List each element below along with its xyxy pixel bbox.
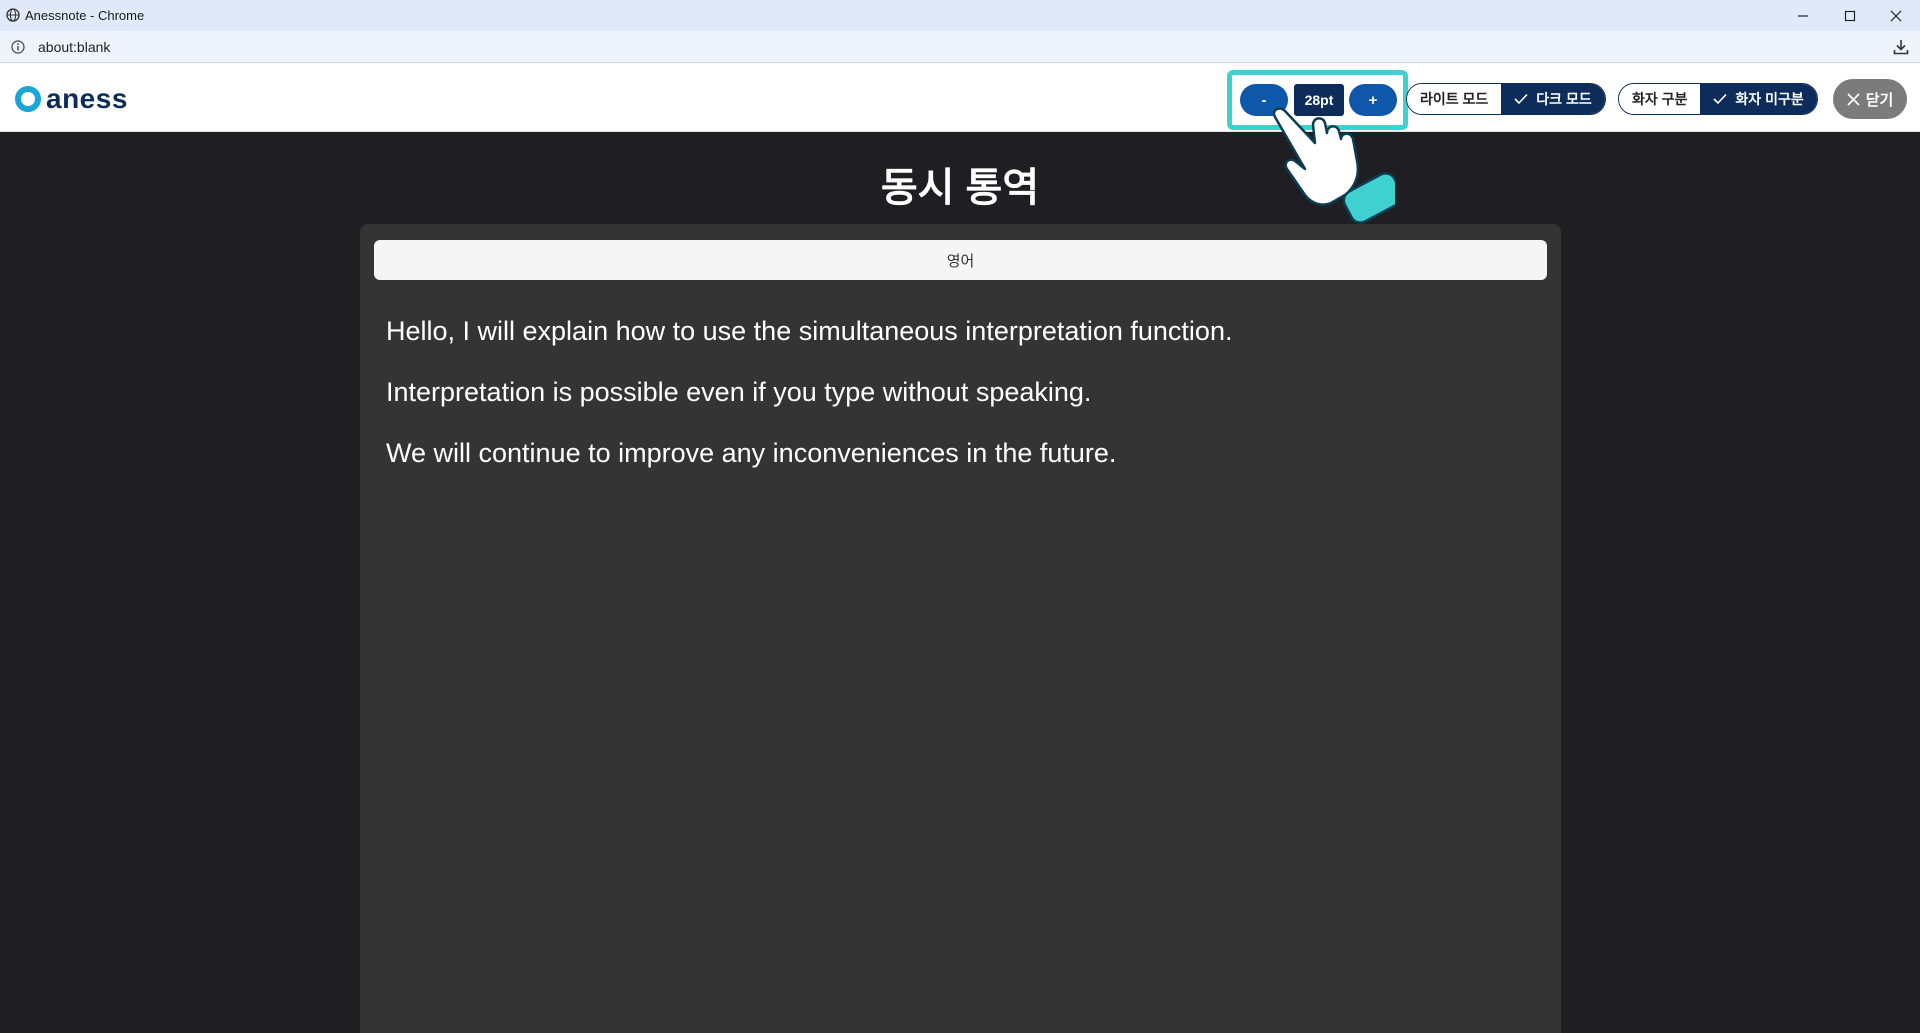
url-text[interactable]: about:blank — [38, 39, 110, 55]
interpretation-panel: 영어 Hello, I will explain how to use the … — [360, 224, 1561, 1033]
minimize-button[interactable] — [1780, 0, 1826, 31]
close-icon — [1847, 92, 1860, 106]
close-label: 닫기 — [1865, 91, 1894, 109]
minimize-icon — [1798, 14, 1808, 17]
light-mode-label: 라이트 모드 — [1420, 91, 1489, 107]
dark-mode-button[interactable]: 다크 모드 — [1501, 84, 1605, 114]
app-header: aness - 28pt + 라이트 모드 다크 모드 화자 구분 화자 미구분… — [0, 63, 1920, 132]
window-title: Anessnote - Chrome — [25, 8, 145, 23]
check-icon — [1713, 93, 1728, 105]
window-close-button[interactable] — [1873, 0, 1919, 31]
theme-toggle: 라이트 모드 다크 모드 — [1406, 83, 1606, 115]
maximize-icon — [1844, 10, 1856, 21]
page-title: 동시 통역 — [880, 166, 1040, 210]
transcript-lines: Hello, I will explain how to use the sim… — [386, 314, 1526, 497]
browser-titlebar: Anessnote - Chrome — [0, 0, 1920, 31]
close-button[interactable]: 닫기 — [1833, 79, 1907, 119]
speaker-separate-button[interactable]: 화자 구분 — [1619, 84, 1701, 114]
close-icon — [1890, 10, 1902, 21]
transcript-line: We will continue to improve any inconven… — [386, 438, 1117, 468]
aness-logo: aness — [15, 85, 128, 113]
maximize-button[interactable] — [1827, 0, 1873, 31]
speaker-separate-label: 화자 구분 — [1632, 91, 1688, 107]
logo-ring-icon — [15, 86, 41, 112]
dark-mode-label: 다크 모드 — [1536, 91, 1592, 107]
address-bar[interactable]: about:blank — [0, 31, 1920, 63]
globe-icon — [6, 8, 20, 22]
transcript-line: Hello, I will explain how to use the sim… — [386, 316, 1233, 346]
transcript-line: Interpretation is possible even if you t… — [386, 377, 1092, 407]
download-icon[interactable] — [1892, 38, 1910, 56]
speaker-merged-button[interactable]: 화자 미구분 — [1700, 84, 1817, 114]
check-icon — [1514, 93, 1528, 105]
light-mode-button[interactable]: 라이트 모드 — [1407, 84, 1502, 114]
speaker-toggle: 화자 구분 화자 미구분 — [1618, 83, 1818, 115]
speaker-merged-label: 화자 미구분 — [1735, 91, 1804, 107]
language-selector[interactable]: 영어 — [374, 240, 1547, 280]
logo-text: aness — [46, 83, 128, 114]
info-icon[interactable] — [11, 40, 25, 54]
